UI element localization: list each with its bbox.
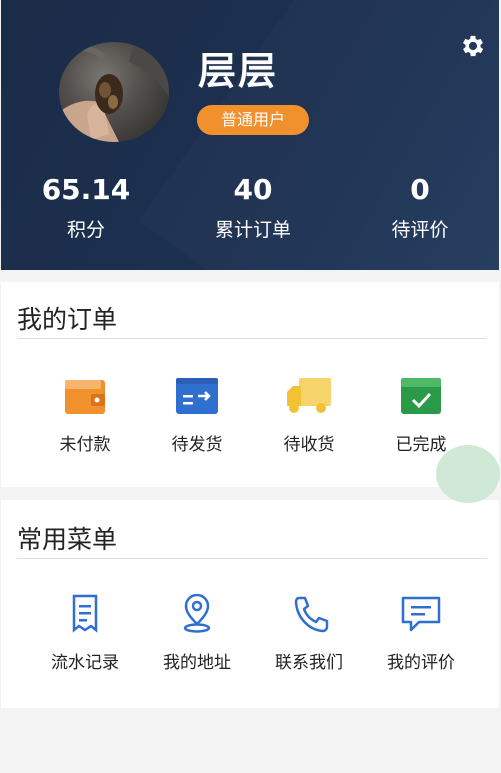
profile-header: 层层 普通用户 65.14 积分 40 累计订单 0 待评价 xyxy=(1,0,499,270)
stat-value: 65.14 xyxy=(41,173,131,206)
order-to-receive[interactable]: 待收货 xyxy=(253,376,365,455)
menu-item-contact[interactable]: 联系我们 xyxy=(253,594,365,673)
phone-icon xyxy=(294,596,329,633)
order-label: 未付款 xyxy=(59,435,111,455)
menu-item-reviews[interactable]: 我的评价 xyxy=(365,594,477,673)
wallet-icon xyxy=(65,380,105,414)
menu-label: 我的评价 xyxy=(387,653,455,673)
stat-label: 累计订单 xyxy=(214,219,291,241)
stat-value: 40 xyxy=(233,173,273,206)
stat-total-orders[interactable]: 40 累计订单 xyxy=(183,170,323,248)
menu-item-transactions[interactable]: 流水记录 xyxy=(29,594,141,673)
stat-label: 待评价 xyxy=(391,219,449,241)
avatar-photo xyxy=(59,42,169,142)
section-title: 我的订单 xyxy=(17,305,118,334)
stat-label: 积分 xyxy=(66,219,105,241)
divider xyxy=(17,558,487,559)
stat-points[interactable]: 65.14 积分 xyxy=(16,170,156,248)
menu-label: 联系我们 xyxy=(275,653,343,673)
stats-row: 65.14 积分 40 累计订单 0 待评价 xyxy=(1,170,499,250)
username: 层层 xyxy=(198,49,279,93)
orders-card: 我的订单 未付款 待发货 待收货 已完成 xyxy=(1,282,499,487)
order-completed[interactable]: 已完成 xyxy=(365,376,477,455)
menu-item-address[interactable]: 我的地址 xyxy=(141,593,253,673)
user-level-badge: 普通用户 xyxy=(197,105,309,135)
box-send-icon xyxy=(176,378,218,414)
order-label: 待收货 xyxy=(283,435,335,455)
receipt-icon xyxy=(72,594,98,633)
avatar[interactable] xyxy=(59,42,169,142)
comment-icon xyxy=(401,596,441,632)
order-unpaid[interactable]: 未付款 xyxy=(29,376,141,455)
settings-gear-icon[interactable] xyxy=(459,32,487,60)
order-to-ship[interactable]: 待发货 xyxy=(141,376,253,455)
menu-label: 我的地址 xyxy=(163,653,231,673)
section-title: 常用菜单 xyxy=(17,525,118,554)
floating-action-button[interactable] xyxy=(436,445,500,503)
order-label: 待发货 xyxy=(171,435,223,455)
menu-card: 常用菜单 流水记录 我的地址 联系我们 我的评价 xyxy=(1,500,499,708)
truck-icon xyxy=(287,378,331,413)
divider xyxy=(17,338,487,339)
location-icon xyxy=(183,593,211,633)
stat-pending-review[interactable]: 0 待评价 xyxy=(350,170,490,248)
check-box-icon xyxy=(401,378,441,414)
menu-label: 流水记录 xyxy=(51,653,119,673)
stat-value: 0 xyxy=(410,173,430,206)
